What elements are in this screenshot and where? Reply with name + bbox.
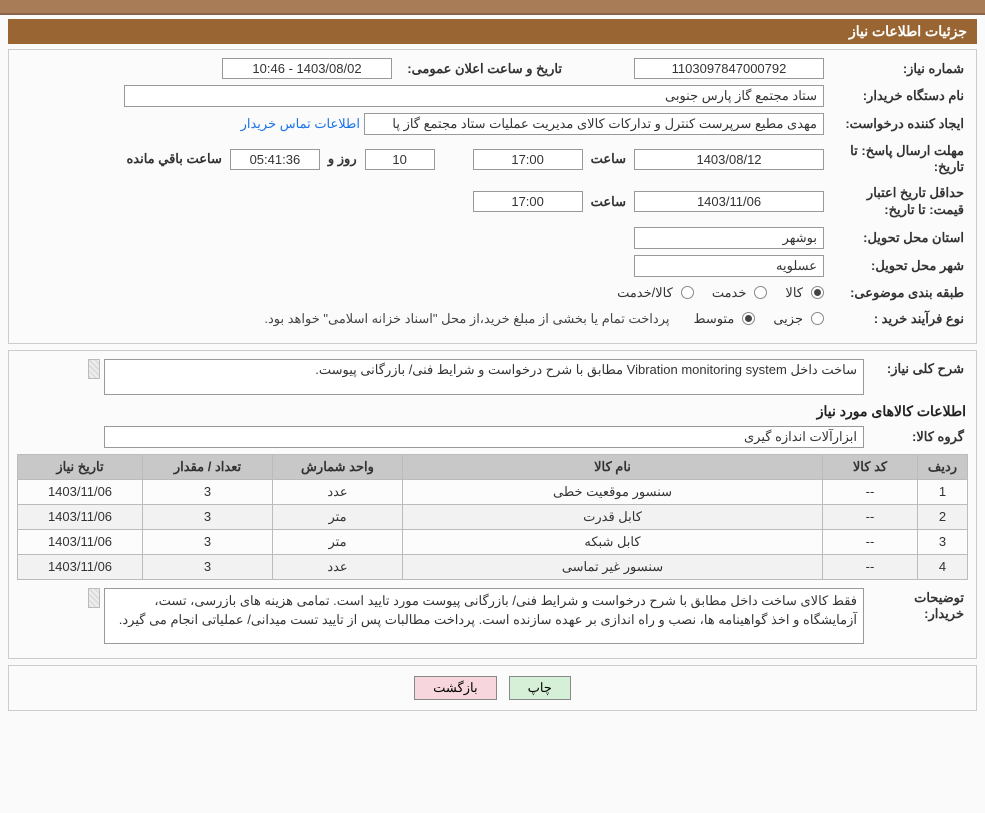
field-announce-dt: 1403/08/02 - 10:46 — [222, 58, 392, 79]
table-row: 3 -- کابل شبکه متر 3 1403/11/06 — [18, 529, 968, 554]
print-button[interactable]: چاپ — [509, 676, 571, 700]
need-info-panel: شماره نیاز: 1103097847000792 تاریخ و ساع… — [8, 49, 977, 344]
field-need-no: 1103097847000792 — [634, 58, 824, 79]
th-name: نام کالا — [403, 454, 823, 479]
table-header-row: ردیف کد کالا نام کالا واحد شمارش تعداد /… — [18, 454, 968, 479]
cell-name: کابل شبکه — [403, 529, 823, 554]
window-top-strip — [0, 0, 985, 15]
cell-date: 1403/11/06 — [18, 479, 143, 504]
cell-date: 1403/11/06 — [18, 554, 143, 579]
field-requester: مهدی مطیع سرپرست کنترل و تدارکات کالای م… — [364, 113, 824, 135]
cell-unit: عدد — [273, 479, 403, 504]
label-announce-dt: تاریخ و ساعت اعلان عمومی: — [396, 59, 566, 79]
field-price-valid-date: 1403/11/06 — [634, 191, 824, 212]
resize-handle-icon[interactable] — [88, 588, 100, 608]
field-buyer-notes: فقط کالای ساخت داخل مطابق با شرح درخواست… — [104, 588, 864, 644]
cell-row: 2 — [918, 504, 968, 529]
page-title: جزئیات اطلاعات نیاز — [8, 19, 977, 44]
cell-qty: 3 — [143, 529, 273, 554]
radio-label-minor: جزیی — [773, 311, 803, 327]
label-purchase-process: نوع فرآیند خرید : — [828, 309, 968, 329]
description-goods-panel: شرح کلی نیاز: ساخت داخل Vibration monito… — [8, 350, 977, 659]
radio-class-goods-service[interactable] — [681, 286, 694, 299]
back-button[interactable]: بازگشت — [414, 676, 496, 700]
cell-code: -- — [823, 529, 918, 554]
cell-row: 1 — [918, 479, 968, 504]
label-response-deadline: مهلت ارسال پاسخ: تا تاریخ: — [828, 141, 968, 177]
th-row: ردیف — [918, 454, 968, 479]
field-remaining-clock: 05:41:36 — [230, 149, 320, 170]
cell-unit: عدد — [273, 554, 403, 579]
label-buyer-org: نام دستگاه خریدار: — [828, 86, 968, 106]
th-code: کد کالا — [823, 454, 918, 479]
cell-unit: متر — [273, 504, 403, 529]
cell-date: 1403/11/06 — [18, 504, 143, 529]
table-row: 4 -- سنسور غیر تماسی عدد 3 1403/11/06 — [18, 554, 968, 579]
radio-process-minor[interactable] — [811, 312, 824, 325]
th-qty: تعداد / مقدار — [143, 454, 273, 479]
label-time-1: ساعت — [587, 149, 630, 169]
cell-name: سنسور موقعیت خطی — [403, 479, 823, 504]
label-delivery-province: استان محل تحویل: — [828, 228, 968, 248]
radio-label-medium: متوسط — [693, 311, 734, 327]
radio-process-medium[interactable] — [742, 312, 755, 325]
label-days-and: روز و — [324, 149, 361, 169]
goods-table: ردیف کد کالا نام کالا واحد شمارش تعداد /… — [17, 454, 968, 580]
field-response-time: 17:00 — [473, 149, 583, 170]
radio-label-service: خدمت — [712, 285, 747, 301]
field-remaining-days: 10 — [365, 149, 435, 170]
radio-class-goods[interactable] — [811, 286, 824, 299]
label-goods-group: گروه کالا: — [868, 427, 968, 447]
label-delivery-city: شهر محل تحویل: — [828, 256, 968, 276]
field-overall-desc: ساخت داخل Vibration monitoring system مط… — [104, 359, 864, 395]
cell-qty: 3 — [143, 554, 273, 579]
field-goods-group: ابزارآلات اندازه گیری — [104, 426, 864, 448]
cell-row: 3 — [918, 529, 968, 554]
label-subject-class: طبقه بندی موضوعی: — [828, 283, 968, 303]
label-buyer-notes: توضیحات خریدار: — [868, 588, 968, 624]
label-overall-desc: شرح کلی نیاز: — [868, 359, 968, 379]
table-row: 1 -- سنسور موقعیت خطی عدد 3 1403/11/06 — [18, 479, 968, 504]
resize-handle-icon[interactable] — [88, 359, 100, 379]
cell-unit: متر — [273, 529, 403, 554]
field-delivery-city: عسلويه — [634, 255, 824, 277]
cell-qty: 3 — [143, 504, 273, 529]
radio-label-goods-service: کالا/خدمت — [617, 285, 673, 301]
cell-row: 4 — [918, 554, 968, 579]
link-buyer-contact[interactable]: اطلاعات تماس خریدار — [241, 116, 360, 132]
label-requester: ایجاد کننده درخواست: — [828, 114, 968, 134]
cell-code: -- — [823, 504, 918, 529]
cell-date: 1403/11/06 — [18, 529, 143, 554]
field-price-valid-time: 17:00 — [473, 191, 583, 212]
label-time-2: ساعت — [587, 192, 630, 212]
cell-name: کابل قدرت — [403, 504, 823, 529]
field-response-date: 1403/08/12 — [634, 149, 824, 170]
cell-code: -- — [823, 479, 918, 504]
cell-code: -- — [823, 554, 918, 579]
th-date: تاریخ نیاز — [18, 454, 143, 479]
label-price-valid: حداقل تاریخ اعتبار قیمت: تا تاریخ: — [828, 183, 968, 221]
label-remaining: ساعت باقي مانده — [122, 149, 225, 169]
purchase-process-note: پرداخت تمام یا بخشی از مبلغ خرید،از محل … — [264, 311, 669, 327]
th-unit: واحد شمارش — [273, 454, 403, 479]
footer-panel: چاپ بازگشت — [8, 665, 977, 711]
field-delivery-province: بوشهر — [634, 227, 824, 249]
cell-qty: 3 — [143, 479, 273, 504]
radio-class-service[interactable] — [754, 286, 767, 299]
radio-label-goods: کالا — [785, 285, 803, 301]
label-need-no: شماره نیاز: — [828, 59, 968, 79]
table-row: 2 -- کابل قدرت متر 3 1403/11/06 — [18, 504, 968, 529]
field-buyer-org: ستاد مجتمع گاز پارس جنوبی — [124, 85, 824, 107]
cell-name: سنسور غیر تماسی — [403, 554, 823, 579]
goods-info-heading: اطلاعات کالاهای مورد نیاز — [19, 403, 966, 420]
